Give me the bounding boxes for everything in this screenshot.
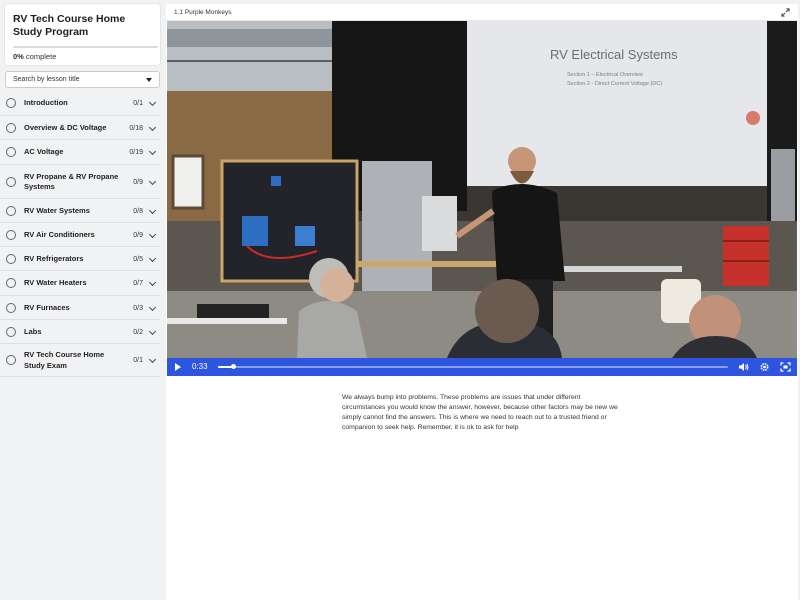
lesson-item-label: RV Water Heaters xyxy=(24,278,87,287)
lesson-item-ac-voltage[interactable]: AC Voltage 0/19 xyxy=(0,140,160,165)
chevron-down-icon[interactable] xyxy=(148,147,157,156)
lesson-item-label: RV Water Systems xyxy=(24,205,90,215)
lesson-item-count: 0/5 xyxy=(133,255,143,263)
play-icon[interactable] xyxy=(175,363,181,371)
circle-outline-icon xyxy=(6,302,16,313)
chevron-down-icon[interactable] xyxy=(148,230,157,238)
circle-outline-icon xyxy=(6,326,16,337)
slide-title: RV Electrical Systems xyxy=(550,47,678,62)
lesson-search-placeholder: Search by lesson title xyxy=(13,76,80,83)
lesson-list: Introduction 0/1 Overview & DC Voltage 0… xyxy=(0,91,166,377)
lesson-item-label: RV Tech Course Home Study Exam xyxy=(24,350,105,370)
circle-outline-icon xyxy=(6,205,16,216)
fullscreen-icon[interactable] xyxy=(780,362,791,372)
circle-outline-icon xyxy=(6,176,16,187)
chevron-down-icon[interactable] xyxy=(148,254,157,262)
lesson-title: 1.1 Purple Monkeys xyxy=(174,9,232,16)
chevron-down-icon[interactable] xyxy=(148,327,157,335)
lesson-item-label: RV Furnaces xyxy=(24,302,70,312)
expand-icon[interactable] xyxy=(781,8,790,17)
video-scrubber-handle[interactable] xyxy=(231,364,237,369)
lesson-item-overview-dc-voltage[interactable]: Overview & DC Voltage 0/18 xyxy=(0,116,160,140)
lesson-item-rv-air-conditioners[interactable]: RV Air Conditioners 0/9 xyxy=(0,223,160,247)
video-player[interactable]: RV Electrical Systems Section 1 – Electr… xyxy=(167,21,797,376)
lesson-item-count: 0/7 xyxy=(133,280,143,287)
lesson-item-count: 0/3 xyxy=(133,304,143,312)
lesson-item-count: 0/9 xyxy=(133,178,143,186)
lesson-item-rv-refrigerators[interactable]: RV Refrigerators 0/5 xyxy=(0,247,160,271)
chevron-down-icon[interactable] xyxy=(148,278,157,287)
lesson-header: 1.1 Purple Monkeys xyxy=(166,4,798,21)
course-title: RV Tech Course Home Study Program xyxy=(13,13,126,38)
video-controls: 0:33 xyxy=(167,358,797,376)
lesson-item-label: RV Air Conditioners xyxy=(24,229,95,239)
course-progress-value: 0% xyxy=(13,52,24,61)
lesson-item-rv-propane[interactable]: RV Propane & RV Propane Systems 0/9 xyxy=(0,165,160,199)
lesson-item-rv-furnaces[interactable]: RV Furnaces 0/3 xyxy=(0,296,160,320)
chevron-down-icon[interactable] xyxy=(148,206,157,214)
lesson-item-label: AC Voltage xyxy=(24,147,64,156)
lesson-item-introduction[interactable]: Introduction 0/1 xyxy=(0,91,160,116)
lesson-item-count: 0/18 xyxy=(129,124,143,132)
chevron-down-icon[interactable] xyxy=(148,355,157,364)
course-progress-bar xyxy=(13,46,158,48)
lesson-item-count: 0/8 xyxy=(133,207,143,215)
circle-outline-icon xyxy=(6,229,16,240)
circle-outline-icon xyxy=(6,355,16,365)
lesson-item-count: 0/1 xyxy=(133,100,143,107)
lesson-item-count: 0/2 xyxy=(133,328,143,336)
circle-outline-icon xyxy=(6,147,16,157)
circle-outline-icon xyxy=(6,253,16,264)
chevron-down-icon[interactable] xyxy=(148,303,157,311)
course-progress-suffix: complete xyxy=(23,52,57,61)
lesson-item-rv-water-heaters[interactable]: RV Water Heaters 0/7 xyxy=(0,271,160,296)
caret-down-icon xyxy=(146,77,152,82)
lesson-item-label: Introduction xyxy=(24,98,68,107)
lesson-item-rv-water-systems[interactable]: RV Water Systems 0/8 xyxy=(0,199,160,223)
lesson-item-count: 0/9 xyxy=(133,231,143,239)
circle-outline-icon xyxy=(6,122,16,133)
lesson-item-labs[interactable]: Labs 0/2 xyxy=(0,320,160,344)
lesson-item-label: Labs xyxy=(24,326,42,336)
chevron-down-icon[interactable] xyxy=(148,98,157,107)
lesson-content: 1.1 Purple Monkeys RV Electrical Systems… xyxy=(166,4,798,600)
lesson-search-select[interactable]: Search by lesson title xyxy=(5,71,160,88)
video-time: 0:33 xyxy=(192,362,208,371)
chevron-down-icon[interactable] xyxy=(148,123,157,131)
chevron-down-icon[interactable] xyxy=(148,177,157,185)
lesson-item-label: RV Propane & RV Propane Systems xyxy=(24,171,119,192)
slide-line-2: Section 2 - Direct Current Voltage (DC) xyxy=(567,81,662,87)
lesson-description: We always bump into problems. These prob… xyxy=(342,394,618,431)
course-progress-card: RV Tech Course Home Study Program 0% com… xyxy=(5,4,160,65)
gear-icon[interactable] xyxy=(759,362,770,372)
lesson-item-count: 0/1 xyxy=(133,357,143,364)
circle-outline-icon xyxy=(6,278,16,288)
course-progress-text: 0% complete xyxy=(13,52,56,61)
lesson-item-label: RV Refrigerators xyxy=(24,253,84,263)
circle-outline-icon xyxy=(6,98,16,108)
video-scrubber[interactable] xyxy=(218,364,728,369)
course-sidebar: RV Tech Course Home Study Program 0% com… xyxy=(0,0,166,600)
lesson-item-count: 0/19 xyxy=(129,149,143,156)
lesson-item-home-study-exam[interactable]: RV Tech Course Home Study Exam 0/1 xyxy=(0,344,160,377)
volume-icon[interactable] xyxy=(738,362,749,372)
video-frame[interactable]: RV Electrical Systems Section 1 – Electr… xyxy=(167,21,797,358)
slide-line-1: Section 1 – Electrical Overview xyxy=(567,72,643,78)
lesson-item-label: Overview & DC Voltage xyxy=(24,122,107,132)
